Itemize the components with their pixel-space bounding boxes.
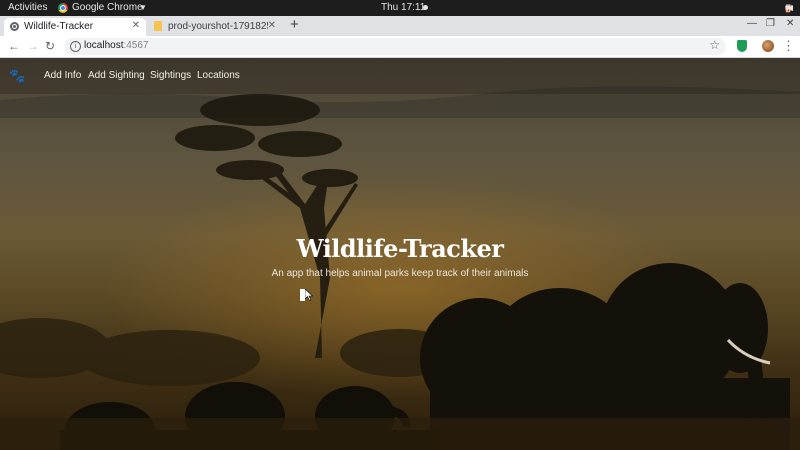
tab-title: Wildlife-Tracker	[24, 21, 94, 32]
notification-dot-icon	[423, 5, 428, 10]
image-favicon-icon	[154, 21, 162, 31]
reload-button[interactable]: ↻	[45, 39, 55, 53]
chrome-menu-icon[interactable]: ⋮	[782, 38, 795, 54]
site-info-icon[interactable]: i	[70, 41, 81, 52]
clock[interactable]: Thu 17:11	[381, 2, 425, 13]
url-port: :4567	[123, 40, 149, 51]
globe-favicon-icon	[10, 22, 19, 31]
system-menu-caret-icon[interactable]: ▾	[785, 4, 790, 14]
nav-add-info[interactable]: Add Info	[44, 70, 81, 81]
forward-button[interactable]: →	[27, 39, 39, 53]
activities-button[interactable]: Activities	[8, 2, 47, 13]
shield-extension-icon[interactable]	[737, 40, 747, 52]
mouse-cursor-icon	[300, 289, 313, 301]
site-navbar: 🐾 Add Info Add Sighting Sightings Locati…	[0, 58, 800, 94]
close-tab-icon[interactable]: ✕	[268, 20, 276, 31]
tab-title: prod-yourshot-1791825-	[168, 21, 268, 32]
bookmark-star-icon[interactable]: ☆	[709, 38, 720, 52]
app-menu-caret-icon[interactable]: ▼	[139, 3, 147, 12]
close-tab-icon[interactable]: ✕	[132, 20, 140, 31]
minimize-window-icon[interactable]: —	[747, 18, 757, 29]
tab-wildlife-tracker[interactable]: Wildlife-Tracker ✕	[4, 18, 146, 36]
profile-avatar[interactable]	[762, 40, 774, 52]
new-tab-button[interactable]: +	[290, 16, 299, 33]
paw-icon[interactable]: 🐾	[9, 68, 25, 84]
hero-subtitle: An app that helps animal parks keep trac…	[271, 268, 529, 279]
restore-window-icon[interactable]: ❐	[766, 18, 775, 29]
nav-add-sighting[interactable]: Add Sighting	[88, 70, 145, 81]
tab-prod-yourshot[interactable]: prod-yourshot-1791825- ✕	[146, 18, 282, 36]
close-window-icon[interactable]: ✕	[786, 18, 794, 29]
chrome-logo-icon	[58, 3, 68, 13]
hero-title: Wildlife-Tracker	[296, 234, 504, 263]
system-top-bar: Activities Google Chrome ▼ Thu 17:11 ◠ ◄…	[0, 0, 800, 16]
nav-locations[interactable]: Locations	[197, 70, 240, 81]
tab-strip: Wildlife-Tracker ✕ prod-yourshot-1791825…	[0, 16, 800, 36]
url-text[interactable]: localhost:4567	[84, 40, 149, 51]
back-button[interactable]: ←	[8, 39, 20, 53]
nav-sightings[interactable]: Sightings	[150, 70, 191, 81]
app-menu-label[interactable]: Google Chrome	[72, 2, 143, 13]
browser-toolbar: ← → ↻ i localhost:4567 ☆	[0, 36, 800, 58]
hero-page: 🐾 Add Info Add Sighting Sightings Locati…	[0, 58, 800, 450]
url-host: localhost	[84, 40, 124, 51]
address-bar[interactable]: i localhost:4567 ☆	[64, 38, 726, 55]
system-tray[interactable]: ◠ ◄ ▯ ▾	[785, 2, 795, 14]
